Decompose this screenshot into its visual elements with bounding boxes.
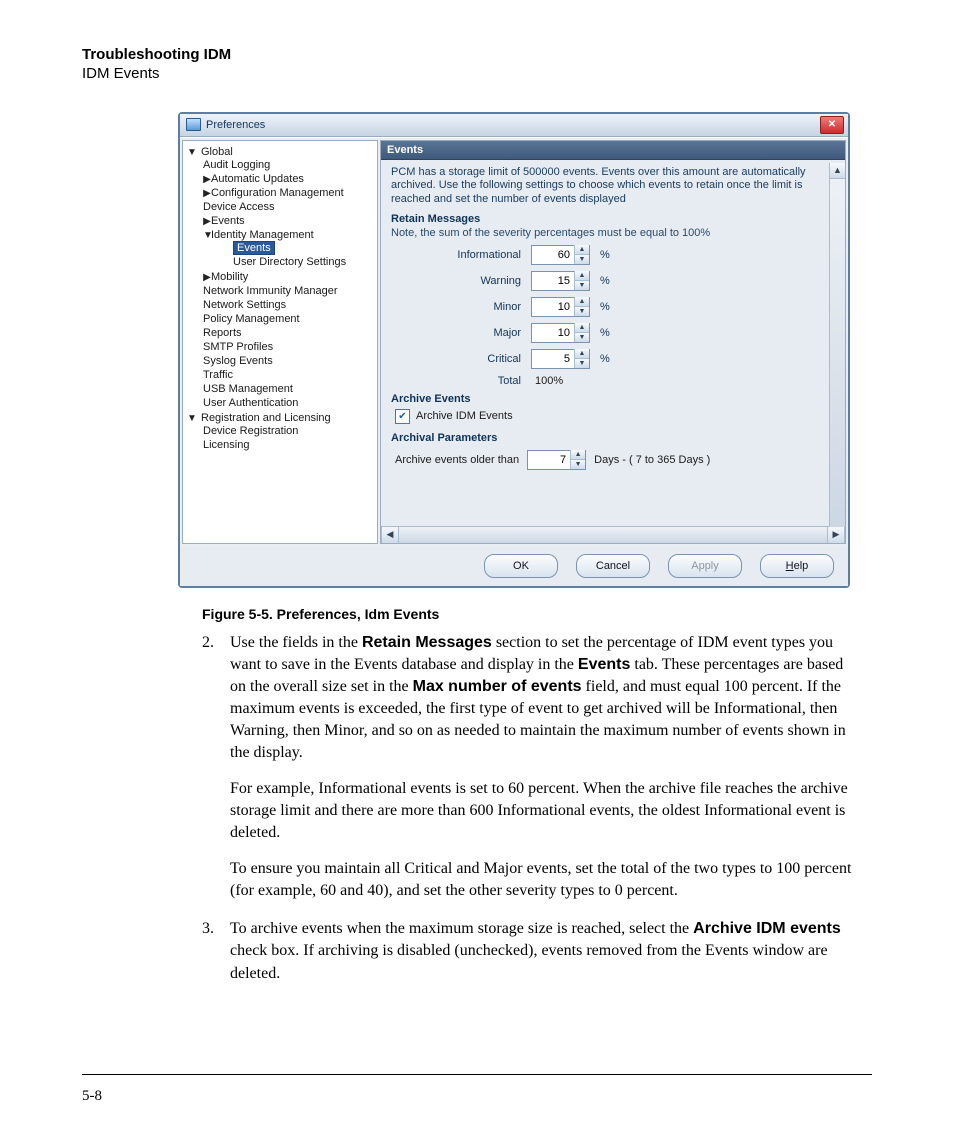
chevron-up-icon[interactable]: ▲ xyxy=(575,245,589,255)
panel-intro: PCM has a storage limit of 500000 events… xyxy=(391,166,835,207)
figure-caption: Figure 5-5. Preferences, Idm Events xyxy=(202,606,872,622)
button-bar: OK Cancel Apply Help xyxy=(180,546,848,586)
titlebar: Preferences ✕ xyxy=(180,114,848,137)
ok-button[interactable]: OK xyxy=(484,554,558,578)
spinner-critical[interactable]: ▲▼ xyxy=(531,349,590,369)
close-icon[interactable]: ✕ xyxy=(820,116,844,134)
chevron-down-icon[interactable]: ▼ xyxy=(571,460,585,469)
tree-user-auth[interactable]: User Authentication xyxy=(203,397,298,409)
input-archive-days[interactable] xyxy=(528,454,570,466)
tree-usb[interactable]: USB Management xyxy=(203,383,293,395)
caret-right-icon[interactable]: ▶ xyxy=(203,216,211,227)
retain-heading: Retain Messages xyxy=(391,213,835,225)
tree-nim[interactable]: Network Immunity Manager xyxy=(203,285,338,297)
chevron-up-icon[interactable]: ▲ xyxy=(575,271,589,281)
chevron-up-icon[interactable]: ▲ xyxy=(575,297,589,307)
caret-right-icon[interactable]: ▶ xyxy=(203,174,211,185)
horizontal-scrollbar[interactable]: ◀ ▶ xyxy=(381,526,845,543)
label-minor: Minor xyxy=(431,301,521,313)
spinner-warning[interactable]: ▲▼ xyxy=(531,271,590,291)
page-number: 5-8 xyxy=(82,1088,102,1105)
footer-rule xyxy=(82,1074,872,1075)
chevron-down-icon[interactable]: ▼ xyxy=(575,359,589,368)
chevron-left-icon[interactable]: ◀ xyxy=(381,527,399,543)
step-2: Use the fields in the Retain Messages se… xyxy=(202,632,852,903)
input-minor[interactable] xyxy=(532,301,574,313)
step-3: To archive events when the maximum stora… xyxy=(202,918,852,984)
label-total: Total xyxy=(431,375,521,387)
label-days-range: Days - ( 7 to 365 Days ) xyxy=(594,454,710,466)
caret-down-icon[interactable]: ▼ xyxy=(187,147,195,158)
chevron-up-icon[interactable]: ▲ xyxy=(830,163,845,179)
right-panel: Events PCM has a storage limit of 500000… xyxy=(380,140,846,544)
caret-right-icon[interactable]: ▶ xyxy=(203,188,211,199)
label-archive-older: Archive events older than xyxy=(395,454,519,466)
tree-audit[interactable]: Audit Logging xyxy=(203,159,270,171)
panel-heading: Events xyxy=(381,141,845,160)
preferences-dialog: Preferences ✕ ▼Global Audit Logging ▶Aut… xyxy=(178,112,850,588)
tree-dev-reg[interactable]: Device Registration xyxy=(203,425,298,437)
monitor-icon xyxy=(186,118,201,131)
body-text: Use the fields in the Retain Messages se… xyxy=(202,632,852,985)
vertical-scrollbar[interactable]: ▲ xyxy=(829,163,845,527)
tree-idm-events-selected[interactable]: Events xyxy=(233,241,275,255)
checkbox-archive-label: Archive IDM Events xyxy=(416,410,513,422)
input-informational[interactable] xyxy=(532,249,574,261)
tree-smtp[interactable]: SMTP Profiles xyxy=(203,341,273,353)
tree-syslog[interactable]: Syslog Events xyxy=(203,355,273,367)
checkbox-archive-idm[interactable]: ✔ xyxy=(395,409,410,424)
tree-events[interactable]: Events xyxy=(211,215,245,227)
tree-net-settings[interactable]: Network Settings xyxy=(203,299,286,311)
archparam-heading: Archival Parameters xyxy=(391,432,835,444)
nav-tree: ▼Global Audit Logging ▶Automatic Updates… xyxy=(182,140,378,544)
tree-device-access[interactable]: Device Access xyxy=(203,201,275,213)
tree-config-mgmt[interactable]: Configuration Management xyxy=(211,187,344,199)
tree-reg-lic[interactable]: Registration and Licensing xyxy=(195,412,331,424)
dialog-title: Preferences xyxy=(206,119,265,131)
caret-down-icon[interactable]: ▼ xyxy=(187,413,195,424)
label-critical: Critical xyxy=(431,353,521,365)
chevron-up-icon[interactable]: ▲ xyxy=(575,349,589,359)
help-button[interactable]: Help xyxy=(760,554,834,578)
spinner-archive-days[interactable]: ▲▼ xyxy=(527,450,586,470)
chevron-down-icon[interactable]: ▼ xyxy=(575,333,589,342)
cancel-button[interactable]: Cancel xyxy=(576,554,650,578)
header-title: Troubleshooting IDM xyxy=(82,46,872,65)
tree-mobility[interactable]: Mobility xyxy=(211,271,248,283)
input-major[interactable] xyxy=(532,327,574,339)
spinner-minor[interactable]: ▲▼ xyxy=(531,297,590,317)
caret-right-icon[interactable]: ▶ xyxy=(203,272,211,283)
page-header: Troubleshooting IDM IDM Events xyxy=(82,46,872,84)
value-total: 100% xyxy=(535,375,563,387)
input-warning[interactable] xyxy=(532,275,574,287)
archive-heading: Archive Events xyxy=(391,393,835,405)
apply-button[interactable]: Apply xyxy=(668,554,742,578)
retain-note: Note, the sum of the severity percentage… xyxy=(391,227,835,239)
label-major: Major xyxy=(431,327,521,339)
chevron-up-icon[interactable]: ▲ xyxy=(571,450,585,460)
tree-traffic[interactable]: Traffic xyxy=(203,369,233,381)
spinner-informational[interactable]: ▲▼ xyxy=(531,245,590,265)
input-critical[interactable] xyxy=(532,353,574,365)
tree-licensing[interactable]: Licensing xyxy=(203,439,249,451)
label-informational: Informational xyxy=(431,249,521,261)
spinner-major[interactable]: ▲▼ xyxy=(531,323,590,343)
tree-reports[interactable]: Reports xyxy=(203,327,242,339)
chevron-down-icon[interactable]: ▼ xyxy=(575,255,589,264)
tree-global[interactable]: Global xyxy=(195,146,233,158)
tree-auto-updates[interactable]: Automatic Updates xyxy=(211,173,304,185)
chevron-down-icon[interactable]: ▼ xyxy=(575,281,589,290)
chevron-up-icon[interactable]: ▲ xyxy=(575,323,589,333)
label-warning: Warning xyxy=(431,275,521,287)
tree-user-dir-settings[interactable]: User Directory Settings xyxy=(233,256,346,268)
pct-label: % xyxy=(600,249,610,261)
chevron-down-icon[interactable]: ▼ xyxy=(575,307,589,316)
chevron-right-icon[interactable]: ▶ xyxy=(827,527,845,543)
caret-down-icon[interactable]: ▼ xyxy=(203,230,211,241)
header-subtitle: IDM Events xyxy=(82,65,872,84)
tree-idm[interactable]: Identity Management xyxy=(211,229,314,241)
tree-policy-mgmt[interactable]: Policy Management xyxy=(203,313,300,325)
